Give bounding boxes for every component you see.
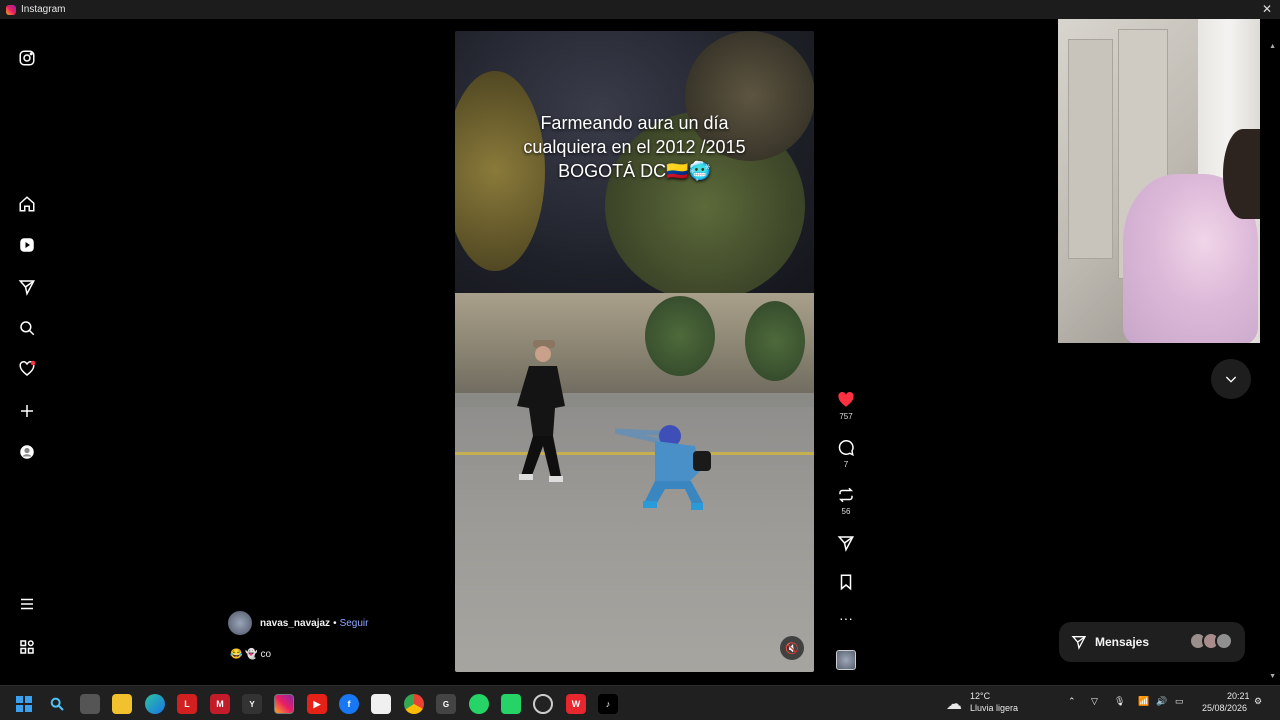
video-bush (645, 296, 715, 376)
tray-chevron-up-icon[interactable]: ⌃ (1068, 696, 1076, 707)
weather-temp[interactable]: 12°C (970, 691, 990, 701)
window-title: Instagram (21, 4, 66, 15)
author-username[interactable]: navas_navajaz (260, 618, 330, 629)
chrome-icon[interactable] (404, 694, 424, 714)
weather-description[interactable]: Lluvia ligera (970, 703, 1018, 713)
comment-count: 7 (843, 460, 849, 469)
store-icon[interactable] (371, 694, 391, 714)
tray-app-icon[interactable]: ▽ (1091, 696, 1098, 707)
search-icon[interactable] (17, 318, 37, 338)
profile-avatar-icon[interactable] (17, 442, 37, 462)
scroll-up-arrow-icon[interactable]: ▲ (1269, 43, 1276, 50)
comment-icon (838, 439, 854, 457)
separator-dot: • (333, 617, 337, 629)
clock-date[interactable]: 25/08/2026 (1202, 703, 1247, 713)
video-person-crouching (615, 425, 711, 510)
notifications-heart-icon[interactable] (17, 359, 37, 379)
bookmark-icon (840, 574, 852, 591)
microphone-icon[interactable]: 🎙 (1114, 696, 1125, 707)
windows-taskbar: L M Y ▶ f G W ♪ ☁ 12°C Lluvia ligera ⌃ ▽… (0, 685, 1280, 720)
send-icon (1071, 636, 1087, 650)
scroll-down-arrow-icon[interactable]: ▼ (1269, 673, 1276, 680)
app-g-icon[interactable]: G (436, 694, 456, 714)
next-reel-button[interactable] (1211, 359, 1251, 399)
youtube-icon[interactable]: ▶ (307, 694, 327, 714)
facebook-icon[interactable]: f (339, 694, 359, 714)
send-icon (837, 536, 854, 552)
like-button[interactable]: 757 (830, 391, 862, 421)
mute-button[interactable]: 🔇 (780, 636, 804, 660)
home-icon[interactable] (17, 194, 37, 214)
app-y-icon[interactable]: Y (242, 694, 262, 714)
reel-caption: Farmeando aura un día cualquiera en el 2… (455, 111, 814, 183)
app-l-icon[interactable]: L (177, 694, 197, 714)
sidebar (0, 19, 56, 685)
audio-thumbnail[interactable] (830, 650, 862, 670)
close-window-button[interactable]: ✕ (1262, 2, 1272, 16)
follow-button[interactable]: Seguir (340, 618, 369, 629)
author-avatar[interactable] (228, 611, 252, 635)
instagram-logo-icon[interactable] (17, 48, 37, 68)
messages-label: Mensajes (1095, 635, 1150, 649)
wifi-icon[interactable]: 📶 (1138, 696, 1149, 707)
reel-description[interactable]: 😂 👻 co (230, 649, 271, 660)
whatsapp-icon[interactable] (469, 694, 489, 714)
reel-author: navas_navajaz • Seguir (228, 611, 368, 635)
task-view-icon[interactable] (80, 694, 100, 714)
speaker-muted-icon: 🔇 (785, 642, 799, 655)
heart-filled-icon (838, 391, 854, 407)
instagram-app-icon (6, 4, 16, 15)
comment-button[interactable]: 7 (830, 439, 862, 469)
share-button[interactable] (830, 534, 862, 552)
reels-icon[interactable] (17, 235, 37, 255)
create-plus-icon[interactable] (17, 401, 37, 421)
caption-line-2: cualquiera en el 2012 /2015 (523, 137, 746, 157)
reel-video[interactable]: Farmeando aura un día cualquiera en el 2… (455, 31, 814, 672)
avatar (1215, 632, 1233, 650)
search-icon[interactable] (47, 694, 67, 714)
video-bush (745, 301, 805, 381)
save-button[interactable] (830, 573, 862, 591)
edge-browser-icon[interactable] (145, 694, 165, 714)
like-count: 757 (839, 412, 853, 421)
volume-icon[interactable]: 🔊 (1156, 696, 1167, 707)
clock-time[interactable]: 20:21 (1227, 691, 1250, 701)
window-titlebar: Instagram ✕ (0, 0, 1280, 19)
windows-start-icon[interactable] (14, 694, 34, 714)
messages-button[interactable]: Mensajes (1059, 622, 1245, 662)
menu-hamburger-icon[interactable] (17, 594, 37, 614)
messages-avatars (1189, 632, 1233, 650)
app-clock-icon[interactable] (533, 694, 553, 714)
video-person-dancing (517, 340, 565, 482)
more-dots-icon: ··· (839, 610, 853, 626)
whatsapp-business-icon[interactable] (501, 694, 521, 714)
webcam-overlay (1058, 19, 1260, 343)
wps-office-icon[interactable]: W (566, 694, 586, 714)
tiktok-icon[interactable]: ♪ (598, 694, 618, 714)
weather-cloud-icon[interactable]: ☁ (946, 694, 962, 714)
instagram-app: Farmeando aura un día cualquiera en el 2… (0, 19, 1280, 685)
repost-icon (838, 487, 854, 503)
repost-count: 56 (841, 507, 851, 516)
caption-line-1: Farmeando aura un día (540, 113, 729, 133)
more-options-button[interactable]: ··· (830, 611, 862, 625)
file-explorer-icon[interactable] (112, 694, 132, 714)
caption-line-3: BOGOTÁ DC🇨🇴🥶 (558, 161, 711, 181)
chevron-down-icon (1225, 376, 1237, 383)
mcafee-icon[interactable]: M (210, 694, 230, 714)
more-apps-icon[interactable] (17, 637, 37, 657)
notification-icon[interactable]: ⚙ (1254, 696, 1262, 707)
webcam-cabinet (1068, 39, 1113, 259)
webcam-person-head (1223, 129, 1260, 219)
instagram-taskbar-icon[interactable] (274, 694, 294, 714)
battery-icon[interactable]: ▭ (1175, 696, 1184, 707)
send-icon[interactable] (17, 277, 37, 297)
repost-button[interactable]: 56 (830, 486, 862, 516)
audio-cover-image (836, 650, 856, 670)
